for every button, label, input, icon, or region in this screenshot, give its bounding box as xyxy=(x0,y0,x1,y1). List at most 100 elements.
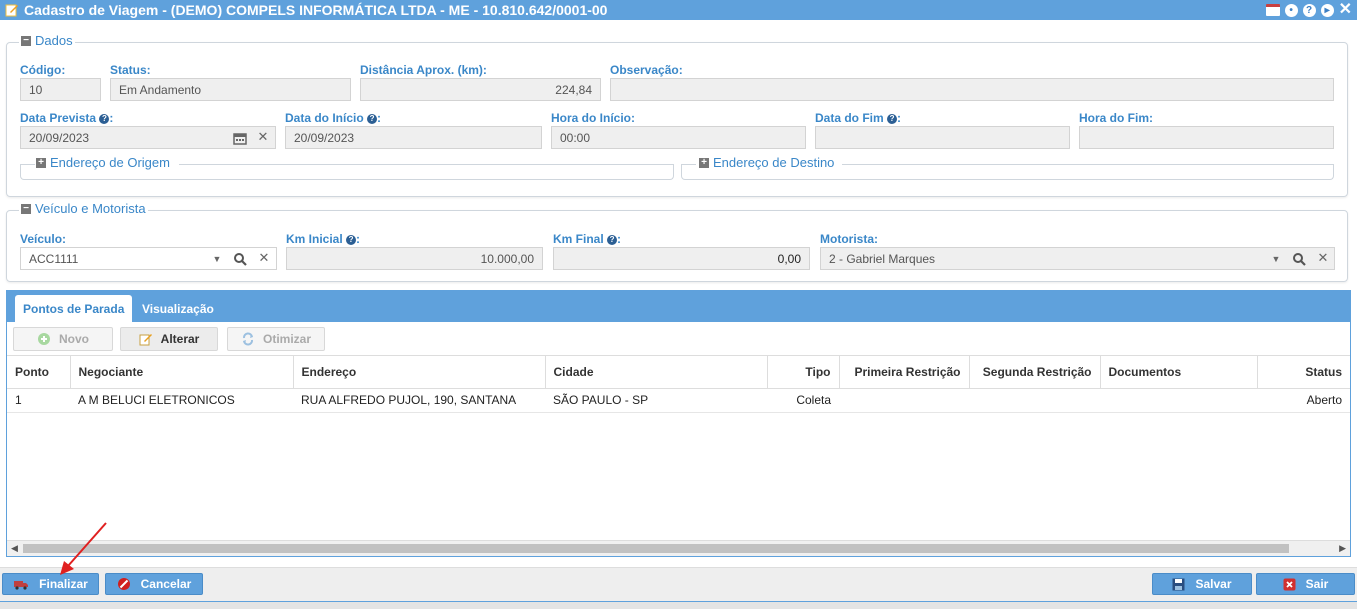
sair-button[interactable]: Sair xyxy=(1256,573,1355,595)
km-inicial-label: Km Inicial ?: xyxy=(286,232,361,246)
scroll-left-icon[interactable]: ◀ xyxy=(11,543,18,554)
calendar-icon[interactable] xyxy=(233,131,247,145)
observacao-label: Observação: xyxy=(610,63,683,77)
cell-primeira-restricao xyxy=(839,388,969,413)
novo-button[interactable]: Novo xyxy=(13,327,113,351)
data-prevista-label-text: Data Prevista xyxy=(20,111,97,125)
edit-icon xyxy=(5,4,18,17)
distancia-field[interactable]: 224,84 xyxy=(360,78,601,101)
otimizar-label: Otimizar xyxy=(262,332,311,346)
cell-status: Aberto xyxy=(1257,388,1350,413)
refresh-icon xyxy=(242,332,253,346)
expand-icon[interactable]: + xyxy=(36,157,46,168)
finalizar-label: Finalizar xyxy=(39,577,88,591)
endereco-origem-legend[interactable]: + Endereço de Origem xyxy=(34,155,172,170)
clear-icon[interactable]: ✕ xyxy=(256,129,270,144)
data-inicio-label: Data do Início ?: xyxy=(285,111,382,125)
dados-legend-label: Dados xyxy=(35,33,73,48)
cancelar-button[interactable]: Cancelar xyxy=(105,573,203,595)
endereco-origem-label: Endereço de Origem xyxy=(50,155,170,170)
close-icon[interactable]: ✕ xyxy=(1339,2,1352,18)
column-header-cidade[interactable]: Cidade xyxy=(545,356,768,389)
hora-fim-field[interactable] xyxy=(1079,126,1334,149)
veiculo-label: Veículo: xyxy=(20,232,67,246)
column-header-primeira-restricao[interactable]: Primeira Restrição xyxy=(839,356,970,389)
codigo-label: Código: xyxy=(20,63,66,77)
table-row[interactable]: 1 A M BELUCI ELETRONICOS RUA ALFREDO PUJ… xyxy=(7,388,1350,413)
finalizar-button[interactable]: Finalizar xyxy=(2,573,99,595)
horizontal-scrollbar[interactable]: ◀ ▶ xyxy=(7,540,1350,556)
column-header-documentos[interactable]: Documentos xyxy=(1100,356,1258,389)
sair-label: Sair xyxy=(1305,577,1329,591)
hora-fim-label: Hora do Fim: xyxy=(1079,111,1153,125)
cell-ponto: 1 xyxy=(7,388,70,413)
cancel-icon xyxy=(117,578,130,590)
data-fim-field[interactable] xyxy=(815,126,1070,149)
km-final-field[interactable]: 0,00 xyxy=(553,247,810,270)
endereco-destino-legend[interactable]: + Endereço de Destino xyxy=(697,155,836,170)
taskbar-strip xyxy=(0,601,1357,609)
exit-icon xyxy=(1283,578,1296,590)
collapse-icon[interactable]: − xyxy=(21,35,31,46)
column-header-status[interactable]: Status xyxy=(1257,356,1350,389)
column-header-endereco[interactable]: Endereço xyxy=(293,356,546,389)
add-icon xyxy=(38,333,50,345)
chevron-down-icon[interactable]: ▼ xyxy=(210,252,224,266)
distancia-label: Distância Aprox. (km): xyxy=(360,63,487,77)
data-fim-label: Data do Fim ?: xyxy=(815,111,902,125)
column-header-segunda-restricao[interactable]: Segunda Restrição xyxy=(969,356,1101,389)
column-header-negociante[interactable]: Negociante xyxy=(70,356,294,389)
window-controls: • ? ▸ ✕ xyxy=(1265,2,1352,18)
chevron-down-icon[interactable]: ▼ xyxy=(1269,252,1283,266)
tab-pontos-de-parada[interactable]: Pontos de Parada xyxy=(15,295,133,322)
table-header-row: Ponto Negociante Endereço Cidade Tipo Pr… xyxy=(7,356,1350,389)
window-title: Cadastro de Viagem - (DEMO) COMPELS INFO… xyxy=(24,2,608,18)
otimizar-button[interactable]: Otimizar xyxy=(227,327,325,351)
play-icon[interactable]: ▸ xyxy=(1320,3,1334,17)
help-icon[interactable]: ? xyxy=(607,235,618,245)
calendar-icon[interactable] xyxy=(1265,4,1280,16)
scroll-right-icon[interactable]: ▶ xyxy=(1339,543,1346,554)
hora-inicio-field[interactable]: 00:00 xyxy=(551,126,806,149)
endereco-destino-label: Endereço de Destino xyxy=(713,155,835,170)
help-icon[interactable]: ? xyxy=(1302,3,1316,17)
window-titlebar: Cadastro de Viagem - (DEMO) COMPELS INFO… xyxy=(0,0,1357,20)
salvar-label: Salvar xyxy=(1195,577,1232,591)
help-icon[interactable]: ? xyxy=(367,114,378,124)
grid-toolbar: Novo Alterar Otimizar xyxy=(7,322,1350,356)
footer-bar: Finalizar Cancelar Salvar Sair xyxy=(0,567,1357,601)
observacao-field[interactable] xyxy=(610,78,1334,101)
status-field[interactable]: Em Andamento xyxy=(110,78,351,101)
salvar-button[interactable]: Salvar xyxy=(1152,573,1252,595)
data-fim-label-text: Data do Fim xyxy=(815,111,884,125)
data-inicio-field[interactable]: 20/09/2023 xyxy=(285,126,542,149)
motorista-select[interactable]: 2 - Gabriel Marques xyxy=(820,247,1335,270)
veiculo-legend[interactable]: − Veículo e Motorista xyxy=(19,201,148,216)
dados-legend[interactable]: − Dados xyxy=(19,33,75,48)
tab-visualizacao[interactable]: Visualização xyxy=(134,295,222,322)
scrollbar-thumb[interactable] xyxy=(23,544,1289,553)
motorista-label: Motorista: xyxy=(820,232,878,246)
column-header-tipo[interactable]: Tipo xyxy=(767,356,840,389)
column-header-ponto[interactable]: Ponto xyxy=(7,356,71,389)
hora-inicio-label: Hora do Início: xyxy=(551,111,635,125)
codigo-field[interactable]: 10 xyxy=(20,78,101,101)
collapse-icon[interactable]: − xyxy=(21,203,31,214)
edit-icon xyxy=(139,334,152,346)
clear-icon[interactable]: ✕ xyxy=(257,250,271,265)
help-icon[interactable]: ? xyxy=(346,235,357,245)
novo-label: Novo xyxy=(59,332,89,346)
clear-icon[interactable]: ✕ xyxy=(1316,250,1330,265)
search-icon[interactable] xyxy=(1292,252,1306,266)
data-prevista-label: Data Prevista ?: xyxy=(20,111,114,125)
km-inicial-field[interactable]: 10.000,00 xyxy=(286,247,543,270)
chat-icon[interactable]: • xyxy=(1284,3,1298,17)
search-icon[interactable] xyxy=(233,252,247,266)
help-icon[interactable]: ? xyxy=(887,114,898,124)
cell-tipo: Coleta xyxy=(767,388,839,413)
expand-icon[interactable]: + xyxy=(699,157,709,168)
help-icon[interactable]: ? xyxy=(99,114,110,124)
cell-segunda-restricao xyxy=(969,388,1100,413)
alterar-button[interactable]: Alterar xyxy=(120,327,218,351)
cell-cidade: SÃO PAULO - SP xyxy=(545,388,767,413)
